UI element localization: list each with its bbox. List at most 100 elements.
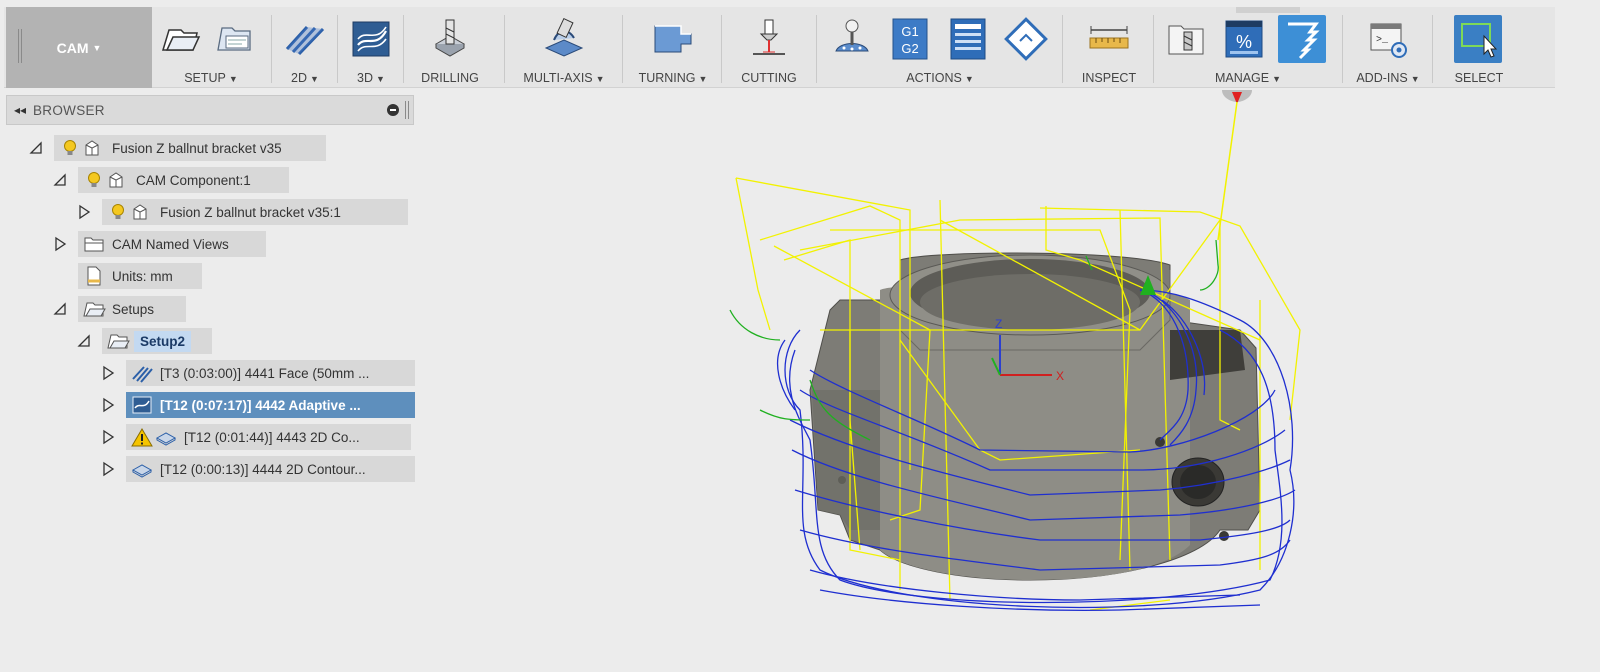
tree-node-named-views[interactable]: CAM Named Views: [52, 231, 266, 257]
workspace-label: CAM: [56, 39, 89, 56]
inspect-group[interactable]: INSPECT: [1068, 7, 1150, 88]
lightbulb-icon[interactable]: [58, 137, 82, 159]
setup-sheet-icon[interactable]: [212, 15, 260, 63]
add-ins-group[interactable]: >_ ADD-INS ▼: [1348, 7, 1428, 88]
collapsed-triangle-icon[interactable]: [52, 235, 68, 253]
ribbon-toolbar: CAM ▼ SETUP ▼ 2D ▼ 3D ▼ DRILLING MULTI-A…: [4, 7, 1555, 88]
tree-item-setup2[interactable]: Setup2: [102, 328, 212, 354]
3d-group[interactable]: 3D ▼: [342, 7, 400, 88]
tree-item-units[interactable]: Units: mm: [78, 263, 202, 289]
3d-adaptive-icon[interactable]: [347, 15, 395, 63]
collapsed-triangle-icon[interactable]: [100, 428, 116, 446]
axis-x-label: X: [1056, 369, 1064, 383]
post-library-icon[interactable]: %: [1220, 15, 1268, 63]
drilling-label: DRILLING: [421, 71, 479, 85]
face-operation-icon: [130, 362, 154, 384]
component-icon: [130, 201, 154, 223]
cutting-icon[interactable]: [745, 15, 793, 63]
multi-axis-icon[interactable]: [540, 15, 588, 63]
tree-node-op-face[interactable]: [T3 (0:03:00)] 4441 Face (50mm ...: [100, 360, 415, 386]
workspace-switcher[interactable]: CAM ▼: [6, 7, 152, 88]
toolbar-divider: [1062, 15, 1063, 83]
tree-node-setup2[interactable]: Setup2: [76, 328, 212, 354]
tree-item-root[interactable]: Fusion Z ballnut bracket v35: [54, 135, 326, 161]
2d-group[interactable]: 2D ▼: [276, 7, 334, 88]
collapsed-triangle-icon[interactable]: [100, 396, 116, 414]
tree-label: Fusion Z ballnut bracket v35:1: [160, 204, 341, 220]
tree-item-cam-component[interactable]: CAM Component:1: [78, 167, 289, 193]
chevron-down-icon: ▼: [698, 74, 708, 84]
select-window-icon[interactable]: [1454, 15, 1502, 63]
chevron-down-icon: ▼: [376, 74, 385, 84]
tool-library-icon[interactable]: [1162, 15, 1210, 63]
drilling-group[interactable]: DRILLING: [408, 7, 492, 88]
add-ins-label: ADD-INS: [1356, 71, 1408, 85]
post-process-icon[interactable]: G1 G2: [886, 15, 934, 63]
setup-group[interactable]: SETUP ▼: [154, 7, 268, 88]
multi-axis-label: MULTI-AXIS: [523, 71, 593, 85]
collapsed-triangle-icon[interactable]: [76, 203, 92, 221]
svg-text:>_: >_: [1376, 35, 1389, 46]
tree-node-setups[interactable]: Setups: [52, 296, 186, 322]
toolbar-divider: [1432, 15, 1433, 83]
g2-text: G2: [901, 41, 918, 56]
simulate-icon[interactable]: [828, 15, 876, 63]
nc-program-icon[interactable]: [1002, 15, 1050, 63]
model-viewport[interactable]: Z X: [700, 90, 1320, 630]
toolbar-divider: [622, 15, 623, 83]
setup-label: SETUP: [184, 71, 226, 85]
chevron-down-icon: ▼: [1410, 74, 1420, 84]
tree-item-body[interactable]: Fusion Z ballnut bracket v35:1: [102, 199, 408, 225]
tree-node-units[interactable]: Units: mm: [78, 263, 202, 289]
toolbar-divider: [271, 15, 272, 83]
tree-node-op-contour-2[interactable]: [T12 (0:00:13)] 4444 2D Contour...: [100, 456, 415, 482]
select-group[interactable]: SELECT: [1438, 7, 1520, 88]
tree-item-named-views[interactable]: CAM Named Views: [78, 231, 266, 257]
turning-group[interactable]: TURNING ▼: [628, 7, 718, 88]
expanded-triangle-icon[interactable]: [52, 171, 68, 189]
percent-text: %: [1236, 32, 1252, 52]
actions-group[interactable]: G1 G2 ACTIONS ▼: [822, 7, 1058, 88]
minimize-browser-icon[interactable]: [387, 104, 399, 116]
tree-item-setups[interactable]: Setups: [78, 296, 186, 322]
tree-item-op-contour-2[interactable]: [T12 (0:00:13)] 4444 2D Contour...: [126, 456, 415, 482]
actions-label: ACTIONS: [906, 71, 962, 85]
setup-icon[interactable]: [157, 15, 205, 63]
tree-item-op-contour-1[interactable]: [T12 (0:01:44)] 4443 2D Co...: [126, 424, 411, 450]
browser-resize-handle[interactable]: [405, 101, 409, 119]
folder-icon: [82, 233, 106, 255]
tree-node-body[interactable]: Fusion Z ballnut bracket v35:1: [76, 199, 408, 225]
manage-group[interactable]: % MANAGE ▼: [1158, 7, 1338, 88]
tree-item-op-adaptive[interactable]: [T12 (0:07:17)] 4442 Adaptive ...: [126, 392, 415, 418]
turning-icon[interactable]: [649, 15, 697, 63]
collapsed-triangle-icon[interactable]: [100, 460, 116, 478]
2d-label: 2D: [291, 71, 308, 85]
expanded-triangle-icon[interactable]: [76, 332, 92, 350]
tree-node-op-adaptive[interactable]: [T12 (0:07:17)] 4442 Adaptive ...: [100, 392, 415, 418]
lightbulb-icon[interactable]: [82, 169, 106, 191]
multi-axis-group[interactable]: MULTI-AXIS ▼: [510, 7, 618, 88]
contour-operation-icon: [130, 458, 154, 480]
toolbar-grip[interactable]: [18, 29, 22, 63]
scripts-addins-icon[interactable]: >_: [1364, 15, 1412, 63]
expanded-triangle-icon[interactable]: [52, 300, 68, 318]
2d-face-icon[interactable]: [281, 15, 329, 63]
tree-node-root[interactable]: Fusion Z ballnut bracket v35: [28, 135, 326, 161]
cutting-group[interactable]: CUTTING: [726, 7, 812, 88]
collapsed-triangle-icon[interactable]: [100, 364, 116, 382]
setup-sheet-report-icon[interactable]: [944, 15, 992, 63]
tree-node-cam-component[interactable]: CAM Component:1: [52, 167, 289, 193]
drill-icon[interactable]: [426, 15, 474, 63]
tree-node-op-contour-1[interactable]: [T12 (0:01:44)] 4443 2D Co...: [100, 424, 411, 450]
tree-item-op-face[interactable]: [T3 (0:03:00)] 4441 Face (50mm ...: [126, 360, 415, 386]
measure-icon[interactable]: [1085, 15, 1133, 63]
lightbulb-icon[interactable]: [106, 201, 130, 223]
expanded-triangle-icon[interactable]: [28, 139, 44, 157]
chevron-down-icon: ▼: [310, 74, 319, 84]
template-library-icon[interactable]: [1278, 15, 1326, 63]
turning-label: TURNING: [638, 71, 696, 85]
tree-label: Setup2: [134, 330, 192, 352]
collapse-browser-icon[interactable]: ◂◂: [7, 103, 33, 117]
component-icon: [82, 137, 106, 159]
chevron-down-icon: ▼: [92, 42, 102, 53]
